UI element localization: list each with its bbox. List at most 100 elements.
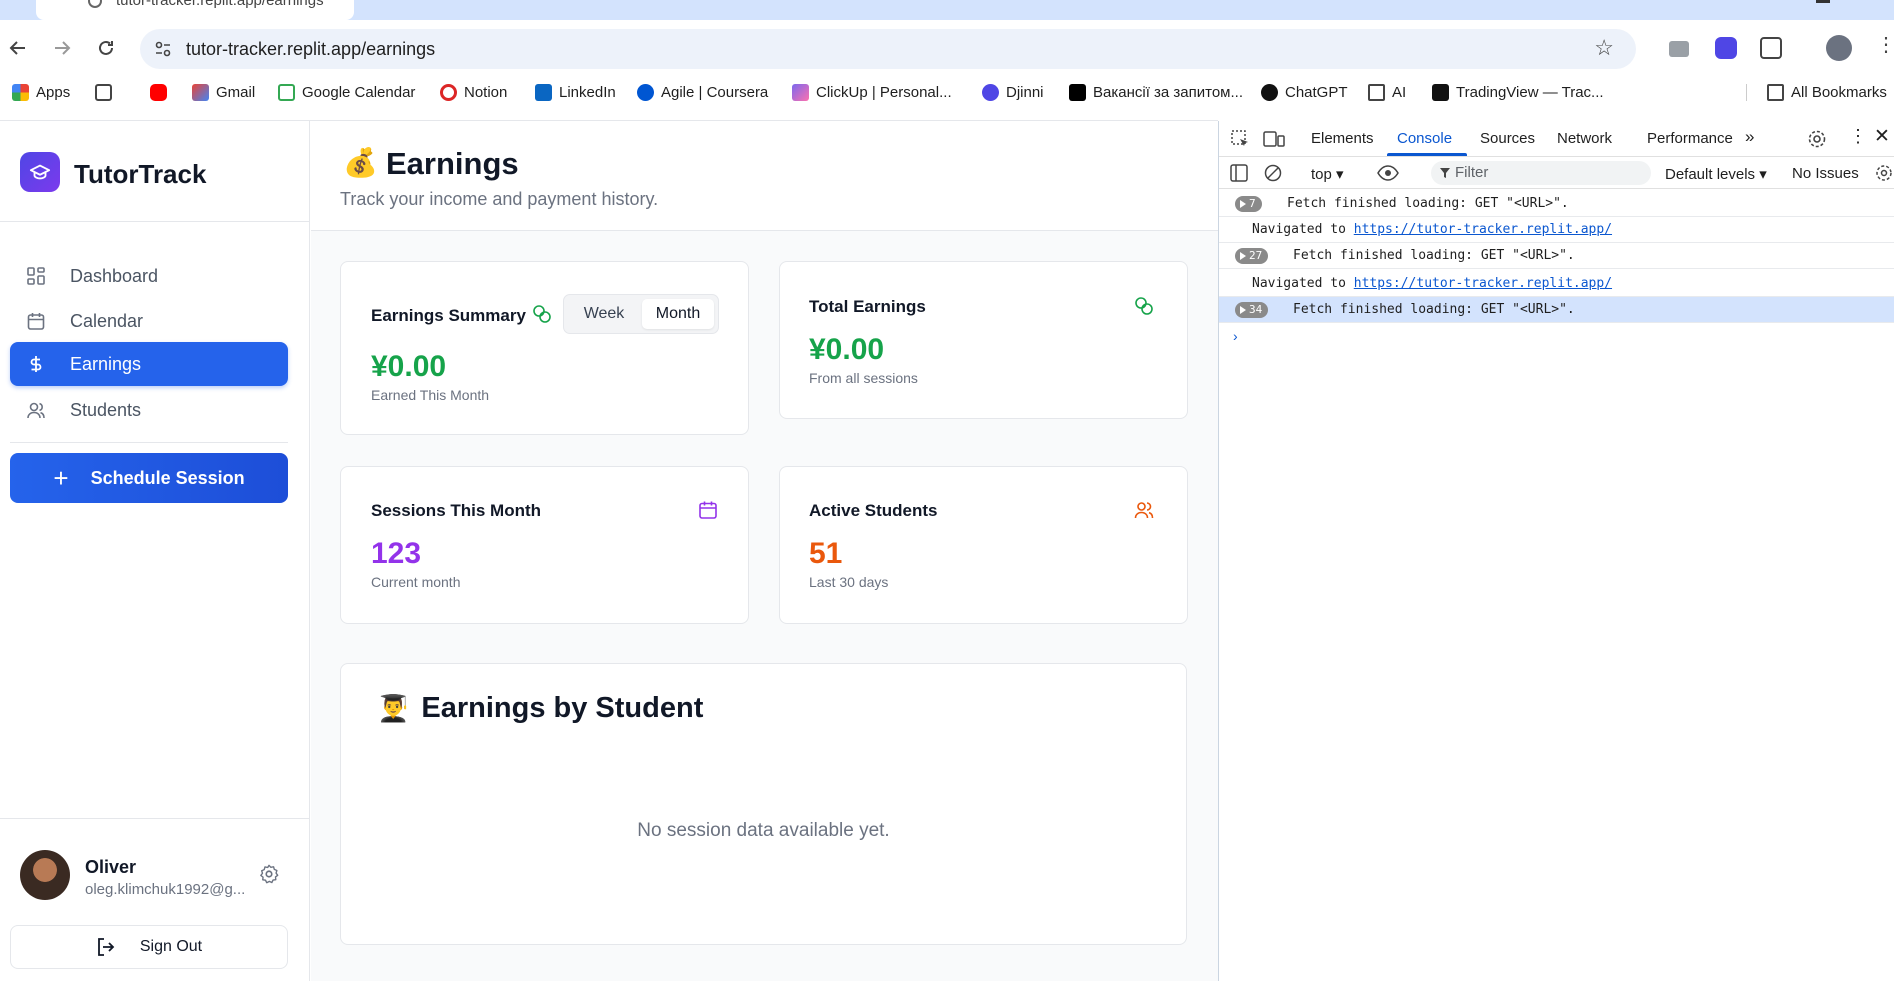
coins-icon bbox=[1135, 297, 1153, 315]
tab-title: tutor-tracker.replit.app/earnings bbox=[116, 0, 324, 9]
nav-earnings[interactable]: Earnings bbox=[10, 342, 288, 386]
inspect-icon[interactable] bbox=[1230, 129, 1250, 149]
console-prompt-icon[interactable]: › bbox=[1233, 328, 1238, 344]
log-levels-dropdown[interactable]: Default levels ▾ bbox=[1665, 165, 1767, 183]
bookmark-star-icon[interactable]: ☆ bbox=[1594, 35, 1614, 61]
page-header: 💰 Earnings Track your income and payment… bbox=[311, 121, 1218, 231]
nav-dashboard[interactable]: Dashboard bbox=[10, 254, 288, 298]
puzzle-icon[interactable] bbox=[1760, 37, 1782, 59]
log-message: Fetch finished loading: GET "<URL>". bbox=[1293, 248, 1575, 263]
nav-label: Dashboard bbox=[70, 265, 159, 286]
week-toggle-button[interactable]: Week bbox=[568, 299, 640, 329]
dou-icon bbox=[1069, 84, 1086, 101]
device-toolbar-icon[interactable] bbox=[1263, 129, 1285, 149]
bookmark-linkedin[interactable]: LinkedIn bbox=[535, 84, 616, 101]
bookmark-apps[interactable]: Apps bbox=[12, 84, 70, 101]
sidebar-toggle-icon[interactable] bbox=[1230, 164, 1248, 182]
nav-calendar[interactable]: Calendar bbox=[10, 299, 288, 343]
more-tabs-icon[interactable]: » bbox=[1745, 127, 1754, 147]
console-settings-icon[interactable] bbox=[1875, 164, 1893, 182]
kebab-menu-icon[interactable]: ⋮ bbox=[1849, 126, 1867, 147]
site-info-icon[interactable] bbox=[154, 40, 172, 58]
calendar-icon bbox=[26, 311, 46, 331]
main-content: 💰 Earnings Track your income and payment… bbox=[311, 121, 1218, 981]
sign-out-button[interactable]: Sign Out bbox=[10, 925, 288, 969]
bookmark-dou[interactable]: Вакансії за запитом... bbox=[1069, 84, 1243, 101]
active-students-card: Active Students 51 Last 30 days bbox=[779, 466, 1188, 624]
month-toggle-button[interactable]: Month bbox=[642, 299, 714, 329]
tab-console[interactable]: Console bbox=[1397, 130, 1452, 147]
student-icon: 👨‍🎓 bbox=[377, 693, 410, 723]
navigated-link[interactable]: https://tutor-tracker.replit.app/ bbox=[1354, 222, 1612, 237]
card-subtitle: Current month bbox=[371, 574, 461, 590]
coins-icon bbox=[533, 305, 551, 323]
console-log-row[interactable]: 7 Fetch finished loading: GET "<URL>". bbox=[1219, 191, 1894, 217]
logout-icon bbox=[97, 938, 115, 956]
divider bbox=[0, 818, 310, 819]
users-icon bbox=[1134, 502, 1154, 519]
log-message: Navigated to https://tutor-tracker.repli… bbox=[1252, 276, 1613, 291]
issues-button[interactable]: No Issues bbox=[1792, 165, 1859, 182]
gear-icon[interactable] bbox=[258, 863, 280, 885]
page-subtitle: Track your income and payment history. bbox=[340, 189, 659, 209]
bookmark-grid[interactable] bbox=[95, 84, 119, 101]
forward-button[interactable] bbox=[50, 36, 74, 60]
card-subtitle: Last 30 days bbox=[809, 574, 889, 590]
tab-network[interactable]: Network bbox=[1557, 130, 1612, 147]
bookmark-coursera[interactable]: Agile | Coursera bbox=[637, 84, 768, 101]
log-message: Navigated to https://tutor-tracker.repli… bbox=[1252, 222, 1613, 237]
tab-sources[interactable]: Sources bbox=[1480, 130, 1535, 147]
card-title: Active Students bbox=[809, 501, 938, 520]
calendar-app-icon bbox=[278, 84, 295, 101]
user-name: Oliver bbox=[85, 857, 137, 877]
close-icon[interactable]: ✕ bbox=[1874, 125, 1890, 148]
avatar[interactable] bbox=[20, 850, 70, 900]
eye-icon[interactable] bbox=[1377, 165, 1399, 181]
devtools-tab-bar: Elements Console Sources Network Perform… bbox=[1219, 121, 1894, 157]
bookmark-clickup[interactable]: ClickUp | Personal... bbox=[792, 84, 952, 101]
bookmark-google-calendar[interactable]: Google Calendar bbox=[278, 84, 415, 101]
card-title: Total Earnings bbox=[809, 297, 926, 316]
gear-icon[interactable] bbox=[1807, 129, 1827, 149]
menu-dots-icon[interactable]: ⋮ bbox=[1876, 32, 1894, 56]
console-filter-input[interactable]: Filter bbox=[1431, 161, 1651, 185]
console-log-row[interactable]: 27 Fetch finished loading: GET "<URL>". bbox=[1219, 243, 1894, 269]
tab-elements[interactable]: Elements bbox=[1311, 130, 1374, 147]
clear-console-icon[interactable] bbox=[1264, 164, 1282, 182]
bookmark-notion[interactable]: Notion bbox=[440, 84, 507, 101]
brand-name: TutorTrack bbox=[74, 159, 207, 189]
arrow-right-icon bbox=[55, 41, 71, 55]
dollar-icon bbox=[26, 354, 46, 374]
bookmark-youtube[interactable] bbox=[150, 84, 174, 101]
nav-label: Calendar bbox=[70, 310, 144, 331]
sidebar: TutorTrack Dashboard Calendar Earnings S… bbox=[0, 121, 310, 981]
navigated-link[interactable]: https://tutor-tracker.replit.app/ bbox=[1354, 276, 1612, 291]
camera-icon[interactable] bbox=[1669, 41, 1689, 57]
nav-students[interactable]: Students bbox=[10, 388, 288, 432]
grid-icon bbox=[26, 266, 46, 286]
profile-avatar-icon[interactable] bbox=[1826, 35, 1852, 61]
console-log-row[interactable]: 34 Fetch finished loading: GET "<URL>". bbox=[1219, 297, 1894, 323]
bookmark-djinni[interactable]: Djinni bbox=[982, 84, 1044, 101]
address-bar[interactable]: tutor-tracker.replit.app/earnings ☆ bbox=[140, 29, 1636, 69]
bookmark-chatgpt[interactable]: ChatGPT bbox=[1261, 84, 1348, 101]
plus-icon: + bbox=[53, 462, 69, 493]
tab-performance[interactable]: Performance bbox=[1647, 130, 1733, 147]
extension-icon[interactable] bbox=[1715, 37, 1737, 59]
clickup-icon bbox=[792, 84, 809, 101]
bookmark-ai-folder[interactable]: AI bbox=[1368, 84, 1406, 101]
djinni-icon bbox=[982, 84, 999, 101]
bookmark-tradingview[interactable]: TradingView — Trac... bbox=[1432, 84, 1604, 101]
divider bbox=[10, 442, 288, 443]
folder-icon bbox=[1368, 84, 1385, 101]
minimize-icon[interactable] bbox=[1816, 0, 1830, 3]
bookmark-gmail[interactable]: Gmail bbox=[192, 84, 255, 101]
all-bookmarks[interactable]: All Bookmarks bbox=[1746, 84, 1887, 101]
schedule-session-button[interactable]: + Schedule Session bbox=[10, 453, 288, 503]
graduation-cap-logo-icon bbox=[20, 152, 60, 192]
reload-button[interactable] bbox=[94, 36, 118, 60]
browser-tab-strip: tutor-tracker.replit.app/earnings bbox=[0, 0, 1894, 20]
context-selector[interactable]: top ▾ bbox=[1311, 165, 1344, 183]
back-button[interactable] bbox=[6, 36, 30, 60]
browser-tab[interactable]: tutor-tracker.replit.app/earnings bbox=[36, 0, 354, 20]
